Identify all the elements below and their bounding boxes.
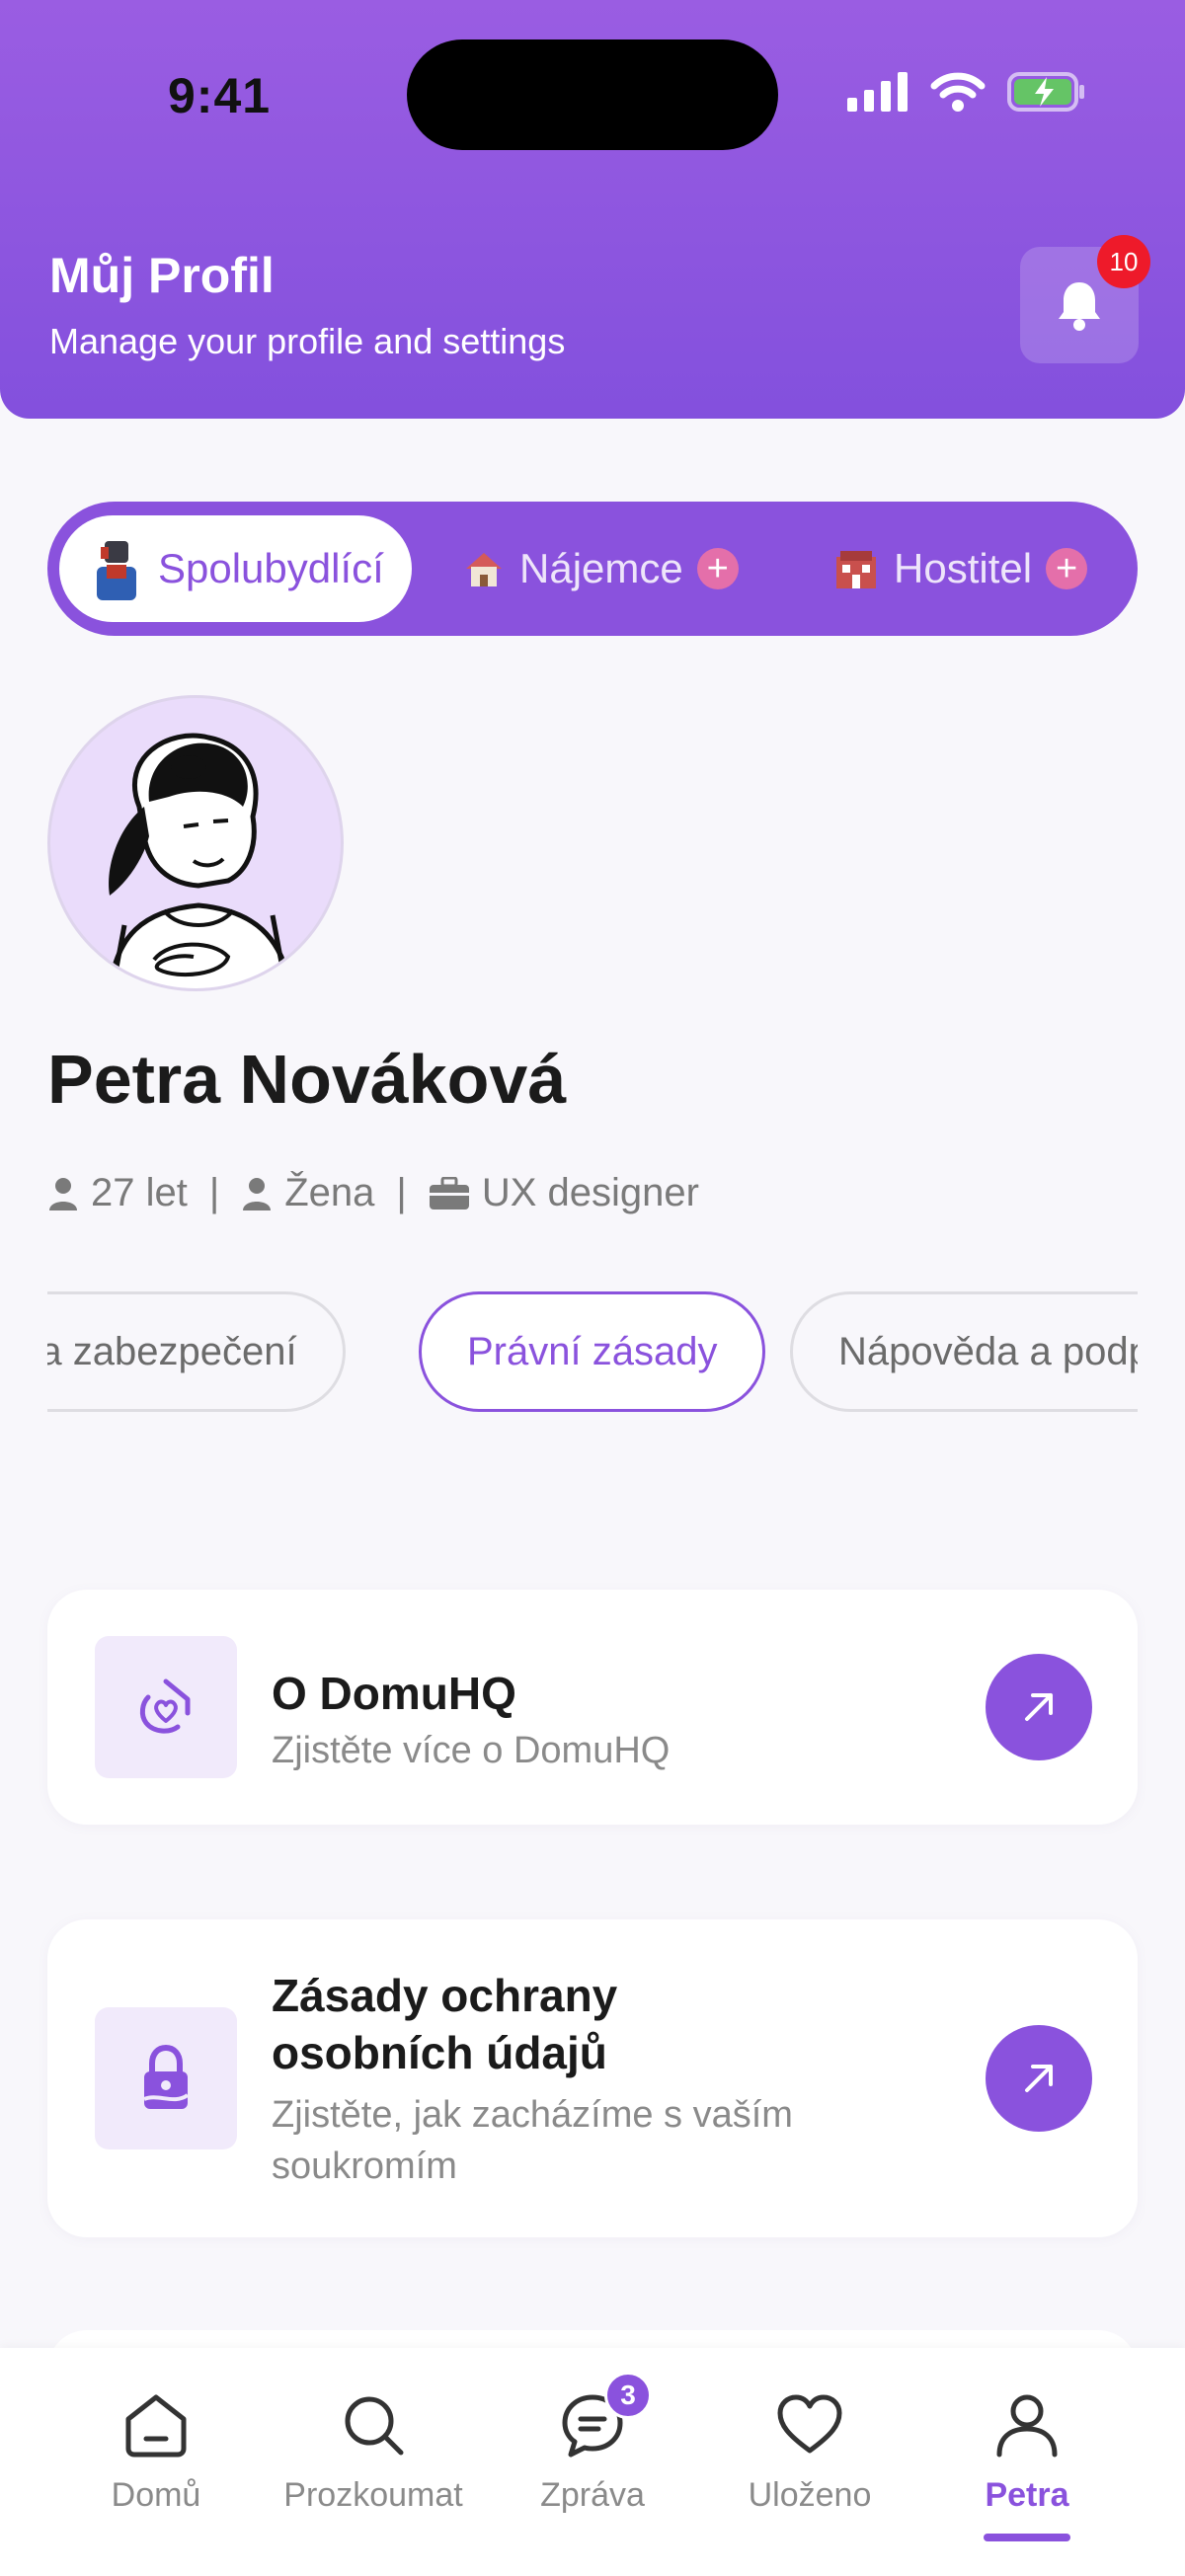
chip-legal-policies[interactable]: Právní zásady xyxy=(419,1291,766,1412)
avatar-illustration xyxy=(108,733,294,988)
person-icon xyxy=(243,1177,272,1210)
arrow-up-right-icon xyxy=(1025,2065,1053,2092)
dynamic-island xyxy=(407,39,778,150)
card-title: Zásady ochrany osobních údajů xyxy=(272,1970,618,2078)
tab-saved[interactable]: Uloženo xyxy=(701,2385,918,2515)
battery-charging-icon xyxy=(1007,72,1084,112)
card-subtitle: Zjistěte, jak zacházíme s vaším soukromí… xyxy=(272,2094,793,2187)
privacy-policy-card[interactable]: Zásady ochrany osobních údajů Zjistěte, … xyxy=(47,1919,1138,2237)
role-tab-najemce[interactable]: Nájemce + xyxy=(462,515,739,622)
person-icon xyxy=(49,1177,77,1210)
search-icon xyxy=(345,2396,404,2456)
profile-age: 27 let xyxy=(91,1171,188,1214)
user-icon xyxy=(996,2394,1058,2458)
status-icons xyxy=(847,71,1086,113)
tab-messages[interactable]: 3 Zpráva xyxy=(484,2372,701,2515)
open-privacy-button[interactable] xyxy=(986,2025,1092,2132)
tab-label: Uloženo xyxy=(748,2476,872,2514)
role-switcher: Spolubydlící Nájemce + Hostitel + xyxy=(47,502,1138,636)
avatar[interactable] xyxy=(47,695,344,991)
role-tab-hostitel[interactable]: Hostitel + xyxy=(832,515,1088,622)
wifi-icon xyxy=(930,72,986,112)
meta-separator: | xyxy=(396,1171,407,1214)
page-subtitle: Manage your profile and settings xyxy=(49,321,566,361)
bottom-tab-bar: Domů Prozkoumat 3 Zpráva Uloženo Petra xyxy=(0,2348,1185,2576)
card-icon-box xyxy=(95,1636,237,1778)
settings-chip-scroller[interactable]: a a zabezpečení Právní zásady Nápověda a… xyxy=(47,1289,1138,1414)
meta-separator: | xyxy=(208,1171,220,1214)
page-title: Můj Profil xyxy=(49,248,275,303)
heart-icon xyxy=(777,2394,842,2454)
chip-privacy-security[interactable]: a a zabezpečení xyxy=(47,1291,346,1412)
tab-home[interactable]: Domů xyxy=(47,2385,265,2515)
role-label: Spolubydlící xyxy=(158,545,384,591)
house-emoji-icon xyxy=(466,553,502,586)
role-label: Nájemce xyxy=(519,545,683,591)
cellular-signal-icon xyxy=(847,72,908,112)
privacy-lock-icon xyxy=(143,2044,190,2109)
profile-meta: 27 let | Žena | UX designer xyxy=(47,1171,699,1215)
bell-icon xyxy=(1059,282,1100,331)
card-icon-box xyxy=(95,2007,237,2149)
about-domuhq-card[interactable]: O DomuHQ Zjistěte více o DomuHQ xyxy=(47,1590,1138,1825)
tab-label: Domů xyxy=(111,2476,201,2514)
tab-label: Petra xyxy=(985,2476,1069,2514)
arrow-up-right-icon xyxy=(1025,1693,1053,1721)
home-icon xyxy=(125,2394,187,2458)
profile-job: UX designer xyxy=(481,1171,699,1214)
role-tab-spolubydlici[interactable]: Spolubydlící xyxy=(59,515,412,622)
profile-gender: Žena xyxy=(284,1171,375,1214)
role-label: Hostitel xyxy=(894,545,1033,591)
roommate-emoji-icon xyxy=(97,541,136,600)
notification-count-badge: 10 xyxy=(1097,235,1150,288)
open-about-button[interactable] xyxy=(986,1654,1092,1760)
tab-label: Prozkoumat xyxy=(283,2476,463,2514)
card-subtitle: Zjistěte více o DomuHQ xyxy=(272,1730,671,1771)
tab-label: Zpráva xyxy=(540,2476,645,2514)
add-role-icon: + xyxy=(1046,548,1088,589)
add-role-icon: + xyxy=(696,548,739,589)
active-tab-indicator xyxy=(984,2534,1070,2541)
tab-profile[interactable]: Petra xyxy=(918,2385,1136,2515)
profile-name: Petra Nováková xyxy=(47,1041,567,1118)
building-emoji-icon xyxy=(836,551,876,588)
chip-help-support[interactable]: Nápověda a podpora xyxy=(790,1291,1138,1412)
tab-explore[interactable]: Prozkoumat xyxy=(265,2385,482,2515)
messages-badge: 3 xyxy=(604,2372,652,2419)
status-time: 9:41 xyxy=(168,68,272,123)
domuhq-logo-icon xyxy=(139,1678,191,1734)
briefcase-icon xyxy=(429,1176,469,1210)
card-title: O DomuHQ xyxy=(272,1668,516,1719)
